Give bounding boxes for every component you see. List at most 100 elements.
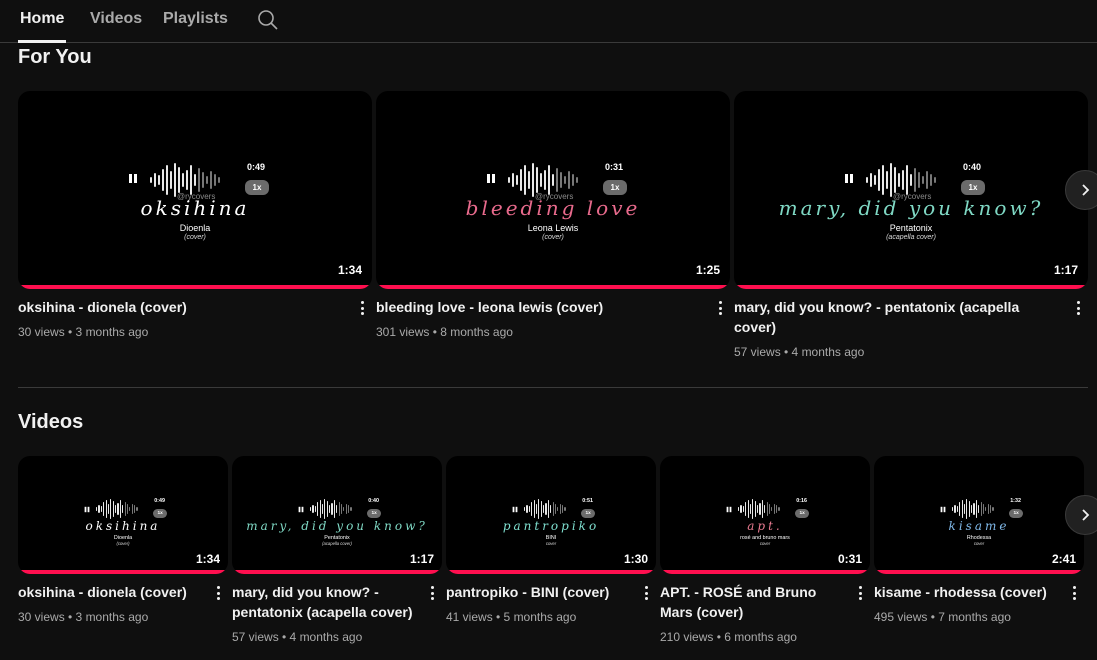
video-duration: 1:30 <box>623 552 648 566</box>
thumbnail-subtitle: cover <box>545 541 557 547</box>
video-stats: 41 views • 5 months ago <box>446 610 577 624</box>
waveform-icon <box>310 498 352 520</box>
thumbnail-subtitle: (acapella cover) <box>886 234 936 241</box>
video-thumbnail[interactable]: 0:31 1x @rycovers bleeding love Leona Lewis(… <box>376 91 730 289</box>
search-icon[interactable] <box>256 8 280 32</box>
thumbnail-subtitle: cover <box>759 541 771 547</box>
speed-badge: 1x <box>795 509 810 518</box>
thumbnail-script-title: bleeding love <box>465 196 641 220</box>
speed-badge: 1x <box>581 509 596 518</box>
waveform-icon <box>952 498 994 520</box>
pause-icon <box>940 507 946 513</box>
watch-progress-bar <box>660 570 870 574</box>
video-card[interactable]: 0:51 1x pantropiko BINI cover 1:30 pantropiko … <box>446 456 656 624</box>
thumbnail-subtitle: (cover) <box>184 234 206 241</box>
more-vert-icon[interactable] <box>354 299 370 317</box>
audio-timer: 0:31 <box>605 162 624 172</box>
video-thumbnail[interactable]: 0:49 1x oksihina Dioenla (cover) 1:34 <box>18 456 228 574</box>
video-details: mary, did you know? - pentatonix (acapel… <box>232 582 442 644</box>
videos-next-button[interactable] <box>1065 495 1097 535</box>
audio-timer: 0:40 <box>963 162 982 172</box>
thumbnail-script-title: mary, did you know? <box>246 518 428 533</box>
pause-icon <box>84 507 90 513</box>
video-thumbnail[interactable]: 0:40 1x @rycovers mary, did you know? Pentat… <box>734 91 1088 289</box>
thumbnail-artist: Dioenla <box>113 534 133 541</box>
more-vert-icon[interactable] <box>1066 584 1082 602</box>
watch-progress-bar <box>18 570 228 574</box>
video-details: pantropiko - BINI (cover) 41 views • 5 mo… <box>446 582 656 624</box>
video-card[interactable]: 0:49 1x oksihina Dioenla (cover) 1:34 oksihina… <box>18 456 228 624</box>
pause-icon <box>845 174 853 183</box>
for-you-next-button[interactable] <box>1065 170 1097 210</box>
more-vert-icon[interactable] <box>638 584 654 602</box>
video-duration: 1:34 <box>337 263 362 277</box>
video-details: oksihina - dionela (cover) 30 views • 3 m… <box>18 582 228 624</box>
channel-tabs: Home Videos Playlists <box>0 0 1097 43</box>
speed-badge: 1x <box>961 180 985 195</box>
video-details: mary, did you know? - pentatonix (acapel… <box>734 297 1088 359</box>
thumbnail-script-title: mary, did you know? <box>778 196 1044 220</box>
video-stats: 495 views • 7 months ago <box>874 610 1011 624</box>
watch-progress-bar <box>232 570 442 574</box>
video-duration: 1:25 <box>695 263 720 277</box>
video-details: kisame - rhodessa (cover) 495 views • 7 m… <box>874 582 1084 624</box>
video-stats: 30 views • 3 months ago <box>18 325 149 339</box>
audio-timer: 1:32 <box>1010 498 1021 505</box>
thumbnail-script-title: oksihina <box>140 196 250 220</box>
more-vert-icon[interactable] <box>424 584 440 602</box>
video-thumbnail[interactable]: 0:40 1x mary, did you know? Pentatonix (acap… <box>232 456 442 574</box>
pause-icon <box>487 174 495 183</box>
watch-progress-bar <box>376 285 730 289</box>
video-title[interactable]: bleeding love - leona lewis (cover) <box>376 297 704 317</box>
speed-badge: 1x <box>603 180 627 195</box>
thumbnail-artist: Pentatonix <box>889 223 933 233</box>
video-title[interactable]: pantropiko - BINI (cover) <box>446 582 630 602</box>
chevron-right-icon <box>1082 184 1090 196</box>
speed-badge: 1x <box>367 509 382 518</box>
watch-progress-bar <box>874 570 1084 574</box>
video-details: APT. - ROSÉ and Bruno Mars (cover) 210 vi… <box>660 582 870 644</box>
thumbnail-artist: Rhodessa <box>966 534 992 541</box>
pause-icon <box>726 507 732 513</box>
video-title[interactable]: kisame - rhodessa (cover) <box>874 582 1058 602</box>
video-title[interactable]: oksihina - dionela (cover) <box>18 297 346 317</box>
thumbnail-artist: Pentatonix <box>324 534 350 541</box>
video-thumbnail[interactable]: 1:32 1x kisame Rhodessa cover 2:41 <box>874 456 1084 574</box>
thumbnail-script-title: oksihina <box>85 518 161 533</box>
video-title[interactable]: mary, did you know? - pentatonix (acapel… <box>232 582 416 622</box>
more-vert-icon[interactable] <box>1070 299 1086 317</box>
video-title[interactable]: APT. - ROSÉ and Bruno Mars (cover) <box>660 582 844 622</box>
video-thumbnail[interactable]: 0:16 1x apt. rosé and bruno mars cover 0:31 <box>660 456 870 574</box>
video-card[interactable]: 0:31 1x @rycovers bleeding love Leona Lewis(… <box>376 91 730 339</box>
more-vert-icon[interactable] <box>852 584 868 602</box>
tab-videos[interactable]: Videos <box>90 10 142 28</box>
video-thumbnail[interactable]: 0:51 1x pantropiko BINI cover 1:30 <box>446 456 656 574</box>
thumbnail-artist: BINI <box>545 534 557 541</box>
video-title[interactable]: oksihina - dionela (cover) <box>18 582 202 602</box>
video-card[interactable]: 0:40 1x mary, did you know? Pentatonix (acap… <box>232 456 442 644</box>
speed-badge: 1x <box>1009 509 1024 518</box>
video-duration: 1:34 <box>195 552 220 566</box>
more-vert-icon[interactable] <box>210 584 226 602</box>
video-card[interactable]: 0:16 1x apt. rosé and bruno mars cover 0:31 AP… <box>660 456 870 644</box>
video-stats: 30 views • 3 months ago <box>18 610 149 624</box>
thumbnail-script-title: apt. <box>747 518 783 533</box>
thumbnail-artist: Dioenla <box>179 223 211 233</box>
video-stats: 57 views • 4 months ago <box>232 630 363 644</box>
thumbnail-subtitle: cover <box>973 541 985 547</box>
video-card[interactable]: 1:32 1x kisame Rhodessa cover 2:41 kisame - rh… <box>874 456 1084 624</box>
audio-timer: 0:16 <box>796 498 807 505</box>
video-card[interactable]: 0:40 1x @rycovers mary, did you know? Pentat… <box>734 91 1088 359</box>
tab-playlists[interactable]: Playlists <box>163 10 228 28</box>
more-vert-icon[interactable] <box>712 299 728 317</box>
watch-progress-bar <box>734 285 1088 289</box>
video-thumbnail[interactable]: 0:49 1x @rycovers oksihina Dioenla (cover) 1:3… <box>18 91 372 289</box>
video-duration: 2:41 <box>1051 552 1076 566</box>
pause-icon <box>129 174 137 183</box>
video-title[interactable]: mary, did you know? - pentatonix (acapel… <box>734 297 1062 337</box>
speed-badge: 1x <box>245 180 269 195</box>
tab-home[interactable]: Home <box>20 10 64 28</box>
watch-progress-bar <box>18 285 372 289</box>
video-card[interactable]: 0:49 1x @rycovers oksihina Dioenla (cover) 1:3… <box>18 91 372 339</box>
video-stats: 57 views • 4 months ago <box>734 345 865 359</box>
